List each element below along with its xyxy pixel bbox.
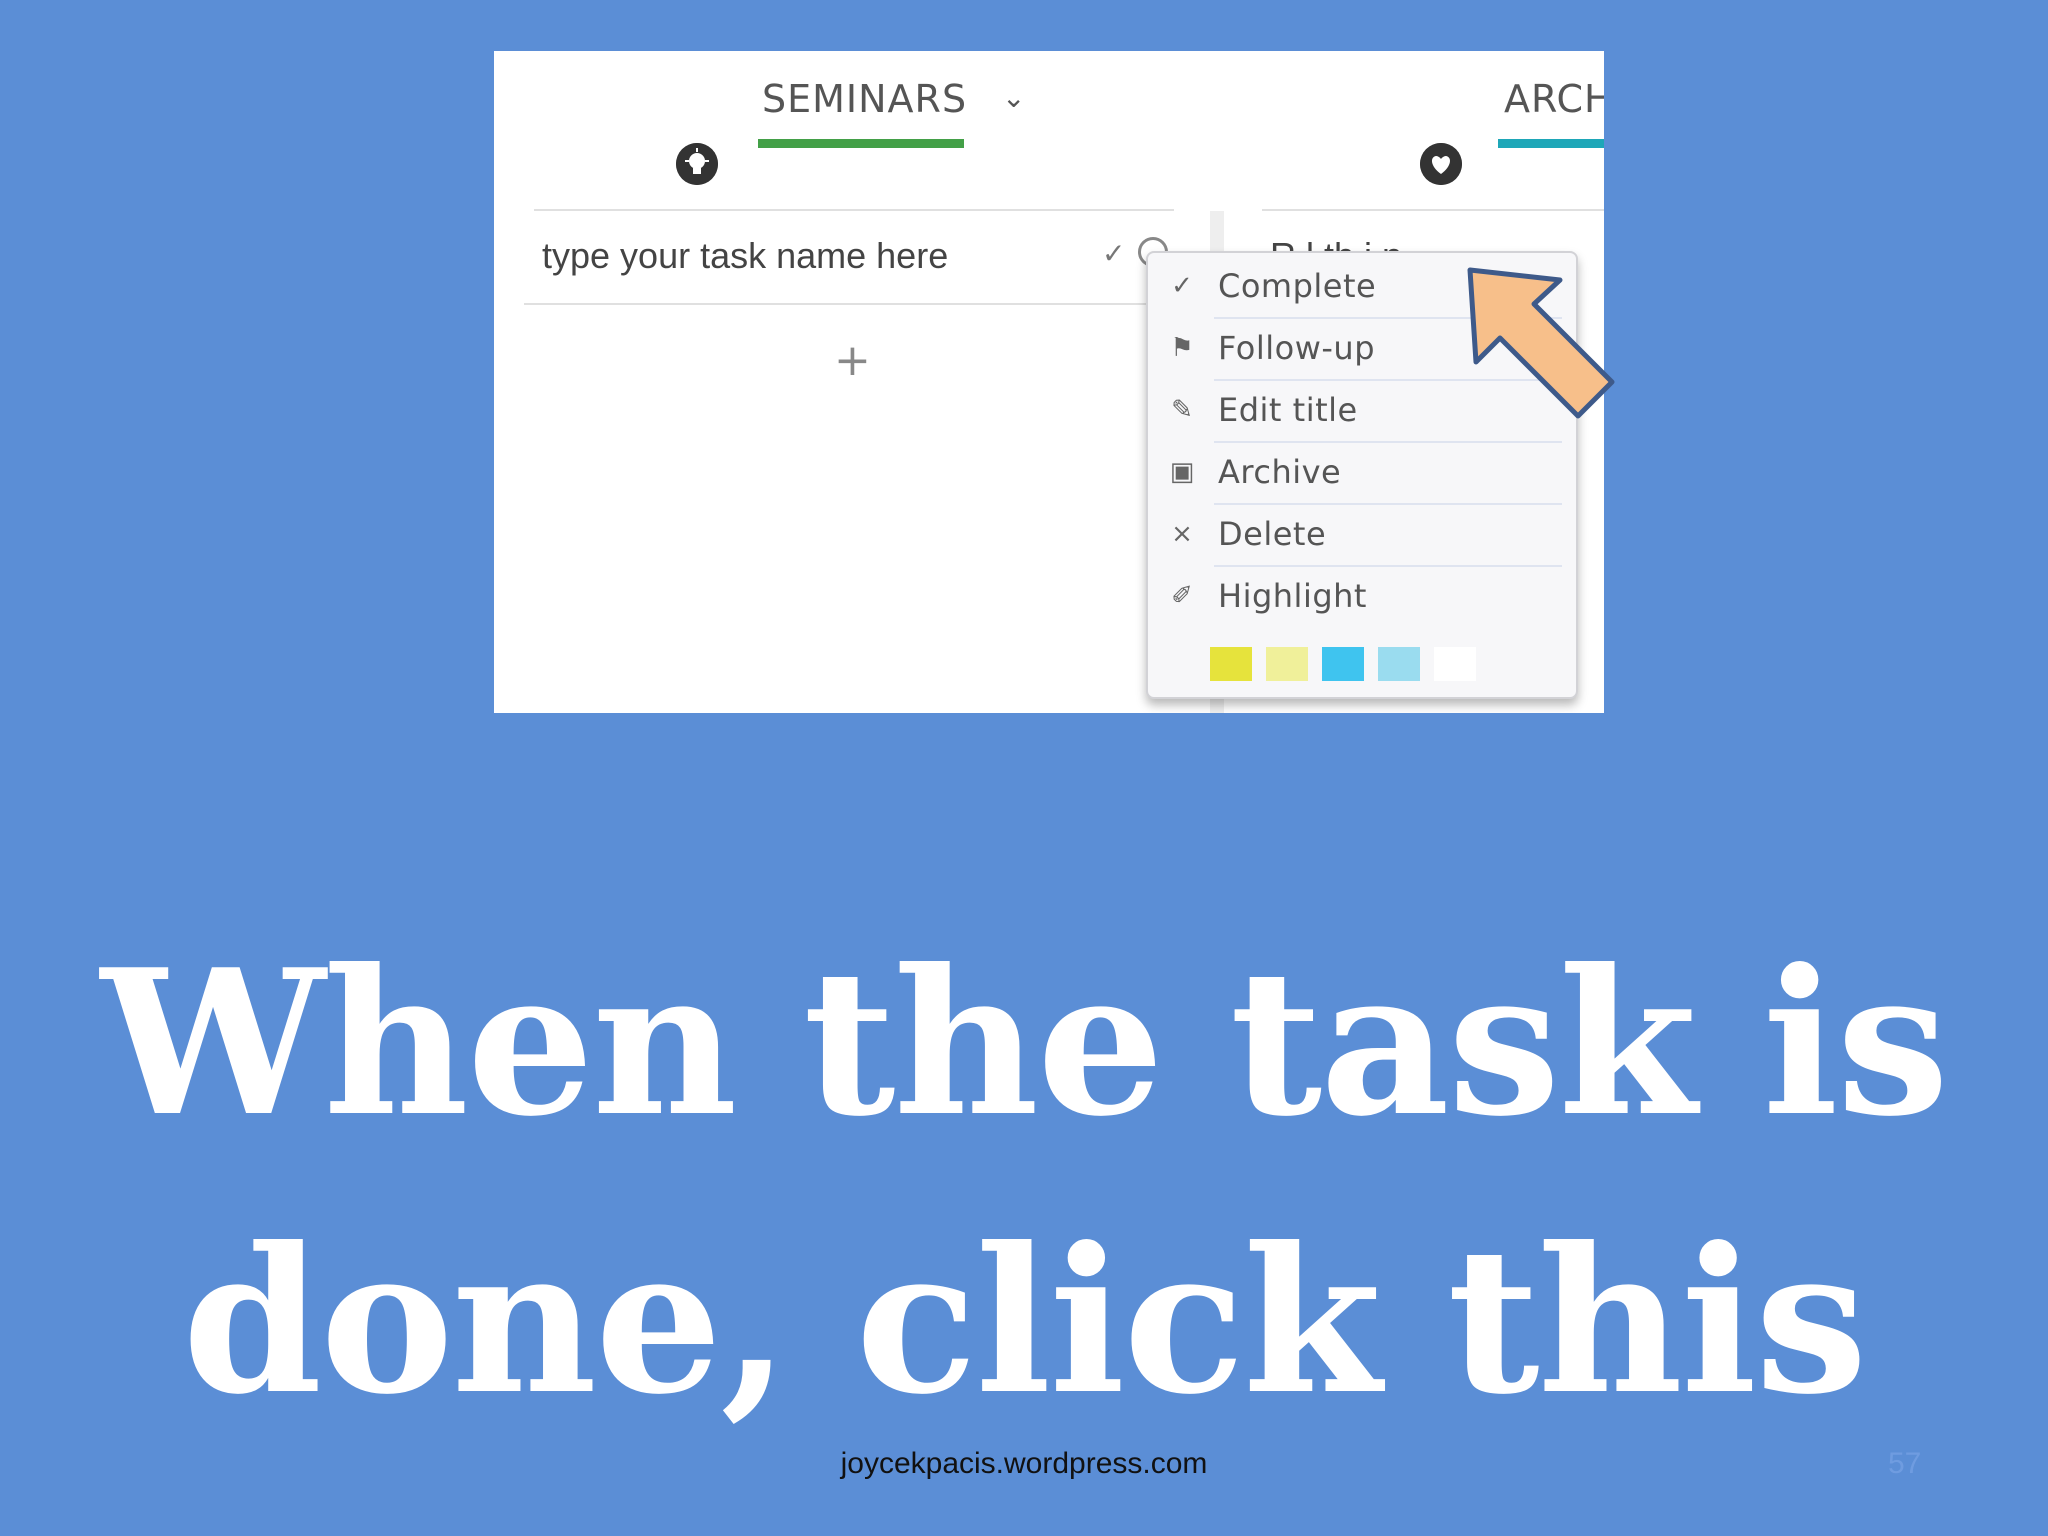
task-top-divider <box>534 209 1174 211</box>
highlight-swatch-blue[interactable] <box>1322 647 1364 681</box>
tab-archive-label: ARCH <box>1504 77 1604 121</box>
plus-icon[interactable]: + <box>834 335 871 386</box>
task-name[interactable]: type your task name here <box>542 235 948 277</box>
page-number: 57 <box>1888 1447 1922 1480</box>
lightbulb-icon <box>676 143 718 185</box>
embedded-screenshot: SEMINARS ⌄ ARCH type your task name here… <box>494 51 1604 713</box>
callout-arrow <box>1467 267 1615 419</box>
tab-seminars-label: SEMINARS <box>762 77 968 121</box>
chevron-down-icon[interactable]: ⌄ <box>1002 81 1025 114</box>
second-column-top-divider <box>1262 209 1604 211</box>
archive-icon: ▣ <box>1169 457 1195 487</box>
menu-item-delete[interactable]: × Delete <box>1148 505 1578 567</box>
flag-icon: ⚑ <box>1170 333 1194 363</box>
complete-check-icon[interactable]: ✓ <box>1102 237 1125 270</box>
menu-item-label: Delete <box>1218 515 1327 553</box>
highlighter-icon: ✐ <box>1171 581 1193 611</box>
heart-icon <box>1420 143 1462 185</box>
tab-archive-underline <box>1498 139 1604 148</box>
headline-line-2: done, click this <box>182 1204 1867 1439</box>
menu-item-archive[interactable]: ▣ Archive <box>1148 443 1578 505</box>
tab-seminars-underline <box>758 139 964 148</box>
menu-item-highlight[interactable]: ✐ Highlight <box>1148 567 1578 629</box>
highlight-swatch-light-blue[interactable] <box>1378 647 1420 681</box>
close-icon: × <box>1171 519 1193 549</box>
headline: When the task is done, click this <box>0 905 2048 1461</box>
highlight-swatch-yellow[interactable] <box>1210 647 1252 681</box>
menu-item-label: Follow-up <box>1218 329 1376 367</box>
menu-item-label: Archive <box>1218 453 1342 491</box>
footer-url: joycekpacis.wordpress.com <box>840 1447 1208 1480</box>
highlight-swatch-white[interactable] <box>1434 647 1476 681</box>
menu-item-label: Complete <box>1218 267 1377 305</box>
check-icon: ✓ <box>1171 271 1193 301</box>
task-bottom-divider <box>524 303 1184 305</box>
menu-item-label: Highlight <box>1218 577 1367 615</box>
headline-line-1: When the task is <box>100 926 1949 1161</box>
menu-item-label: Edit title <box>1218 391 1358 429</box>
highlight-swatch-light-yellow[interactable] <box>1266 647 1308 681</box>
pencil-icon: ✎ <box>1171 395 1193 425</box>
